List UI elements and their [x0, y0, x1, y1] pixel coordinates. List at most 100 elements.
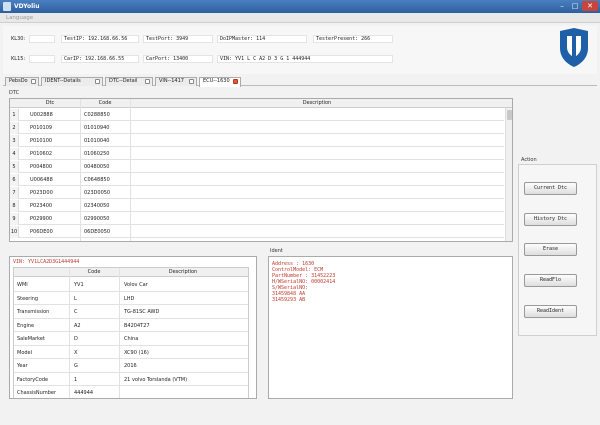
vin-table-header: Code Description	[14, 268, 248, 277]
tab-close-icon[interactable]	[31, 79, 36, 84]
field-cell: Steering	[17, 295, 39, 302]
row-number: 2	[10, 122, 19, 134]
kl15-field	[29, 55, 55, 63]
field-cell: Engine	[17, 322, 35, 329]
dtc-table: Dtc Code Description 1 U002888 C0288850 2 P…	[9, 98, 513, 242]
column-header-code[interactable]: Code	[80, 100, 130, 106]
row-number: 1	[10, 109, 19, 121]
tab-ident-details[interactable]: IDENT--Details	[41, 77, 103, 86]
code-cell: D	[74, 336, 78, 342]
column-header-description[interactable]: Description	[130, 100, 504, 106]
close-button[interactable]: ✕	[582, 1, 598, 11]
table-row[interactable]: 6 U006488 C0648850	[10, 174, 504, 186]
description-cell: B4204T27	[124, 322, 150, 329]
table-row[interactable]: 9 P029900 02990050	[10, 213, 504, 225]
table-row[interactable]: FactoryCode 1 21 volvo Torslanda (VTM)	[14, 373, 248, 386]
code-cell: 01010040	[84, 138, 110, 144]
table-row[interactable]: 4 P010602 01060250	[10, 148, 504, 160]
kl30-field	[29, 35, 55, 43]
ident-panel: Address : 1630 ControlModel: ECM PartNum…	[268, 256, 513, 399]
field-cell: SaleMarket	[17, 336, 45, 342]
table-row[interactable]: SaleMarket D China	[14, 332, 248, 346]
table-row[interactable]: ChassisNumber 444944	[14, 386, 248, 398]
dtc-cell: U002888	[30, 112, 53, 118]
field-cell: WMI	[17, 282, 28, 288]
code-cell: G	[74, 363, 78, 369]
description-cell: 21 volvo Torslanda (VTM)	[124, 376, 188, 383]
action-panel: Current Dtc History Dtc Erase ReadFlo Re…	[518, 164, 597, 336]
read-ident-button[interactable]: ReadIdent	[524, 305, 577, 318]
doipmaster-field: DoIPMaster: 114	[217, 35, 307, 43]
table-row[interactable]: Transmission C TG-81SC AWD	[14, 305, 248, 319]
field-cell: Model	[17, 349, 33, 356]
tab-ecu[interactable]: ECU--1630	[199, 77, 241, 87]
erase-button[interactable]: Erase	[524, 243, 577, 256]
maximize-button[interactable]: □	[569, 1, 581, 11]
table-row[interactable]: 8 P023400 02340050	[10, 200, 504, 212]
table-row[interactable]: 10 P06DE00 06DE0050	[10, 226, 504, 238]
connection-info-panel: KL30: TestIP: 192.168.66.56 TestPort: 39…	[3, 26, 597, 74]
tab-dtc-detail[interactable]: DTC--Detail	[105, 77, 153, 86]
table-row[interactable]: 7 P023D00 023D0050	[10, 187, 504, 199]
tab-label: ECU--1630	[203, 78, 230, 84]
table-row[interactable]: 5 P004800 00480050	[10, 161, 504, 173]
code-cell: 444944	[74, 390, 94, 396]
table-row[interactable]: Engine A2 B4204T27	[14, 319, 248, 332]
ident-line: 31459293 AB	[272, 297, 306, 303]
row-number: 4	[10, 148, 19, 160]
code-cell: C0288850	[84, 112, 110, 118]
tab-close-icon[interactable]	[145, 79, 150, 84]
table-row[interactable]: WMI YV1 Volov Car	[14, 278, 248, 292]
code-cell: L	[74, 295, 77, 302]
tab-pebsdo[interactable]: PebsDo	[5, 77, 39, 86]
table-row[interactable]: Steering L LHD	[14, 292, 248, 305]
column-header-description[interactable]: Description	[119, 269, 247, 275]
table-row[interactable]: Model X XC90 (16)	[14, 346, 248, 359]
dtc-cell: P010100	[30, 138, 53, 144]
dtc-cell: P023D00	[30, 190, 53, 196]
row-number: 3	[10, 135, 19, 147]
app-icon	[3, 2, 11, 11]
table-row[interactable]: 2 P010109 01010940	[10, 122, 504, 134]
tab-close-icon[interactable]	[95, 79, 100, 84]
table-row[interactable]: 3 P010100 01010040	[10, 135, 504, 147]
kl15-label: KL15:	[11, 56, 26, 62]
history-dtc-button[interactable]: History Dtc	[524, 213, 577, 226]
tab-close-icon[interactable]	[189, 79, 194, 84]
minimize-button[interactable]: –	[556, 1, 568, 11]
column-header-code[interactable]: Code	[69, 269, 119, 275]
tab-vin[interactable]: VIN--1417	[155, 77, 197, 86]
menu-bar: Language	[0, 13, 600, 23]
table-row[interactable]: 1 U002888 C0288850	[10, 109, 504, 121]
dtc-cell: P029900	[30, 216, 53, 222]
tab-close-icon[interactable]	[233, 79, 238, 84]
current-dtc-button[interactable]: Current Dtc	[524, 182, 577, 195]
scrollbar-thumb[interactable]	[507, 110, 512, 120]
vin-text: VIN: YV1LCA2D3G1444944	[13, 259, 80, 265]
table-row[interactable]: Year G 2016	[14, 359, 248, 373]
column-header-dtc[interactable]: Dtc	[20, 100, 80, 106]
row-number: 10	[10, 226, 19, 238]
window-title: VDYoliu	[14, 3, 40, 10]
dtc-cell: P06DE00	[30, 229, 53, 235]
dtc-scrollbar[interactable]	[505, 108, 512, 241]
title-bar: VDYoliu – □ ✕	[0, 0, 600, 13]
field-cell: FactoryCode	[17, 376, 49, 383]
carip-field: CarIP: 192.168.66.55	[61, 55, 139, 63]
dtc-cell: P023400	[30, 203, 53, 209]
dtc-section-label: DTC	[9, 90, 20, 96]
code-cell: 02990050	[84, 216, 110, 222]
menu-language[interactable]: Language	[6, 15, 33, 21]
row-number: 7	[10, 187, 19, 199]
code-cell: 01010940	[84, 125, 110, 131]
dtc-cell: P010602	[30, 151, 53, 157]
description-cell: TG-81SC AWD	[124, 309, 160, 315]
code-cell: A2	[74, 322, 81, 329]
read-flo-button[interactable]: ReadFlo	[524, 274, 577, 287]
field-cell: Year	[17, 363, 28, 369]
code-cell: X	[74, 349, 78, 356]
app-logo	[560, 28, 588, 67]
code-cell: 02340050	[84, 203, 110, 209]
tab-label: DTC--Detail	[109, 78, 138, 84]
description-cell: Volov Car	[124, 282, 148, 288]
